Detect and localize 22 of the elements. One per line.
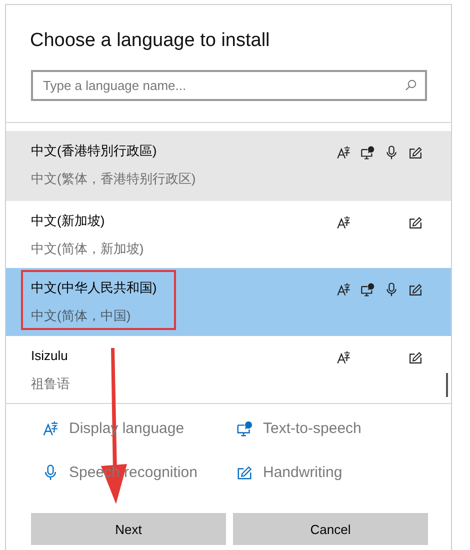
language-native-name: 祖鲁语 — [31, 376, 71, 392]
cancel-button[interactable]: Cancel — [233, 513, 428, 545]
next-button[interactable]: Next — [31, 513, 226, 545]
language-name: 中文(新加坡) — [31, 213, 106, 229]
language-item[interactable]: 中文(中华人民共和国) 中文(简体，中国) — [6, 268, 451, 336]
monitor-speech-icon — [236, 420, 253, 436]
font-icon — [42, 420, 59, 436]
language-item[interactable]: 中文(香港特別行政區) 中文(繁体，香港特别行政区) — [6, 131, 451, 201]
microphone-icon — [42, 464, 59, 480]
scrollbar-thumb[interactable] — [446, 373, 448, 397]
language-name: Isizulu — [31, 348, 69, 364]
legend-label: Text-to-speech — [263, 420, 362, 436]
language-native-name: 中文(简体，新加坡) — [31, 241, 145, 257]
search-field[interactable]: Type a language name... — [31, 70, 427, 101]
dialog-title: Choose a language to install — [30, 29, 271, 53]
pen-box-icon — [236, 464, 253, 480]
search-icon — [405, 79, 417, 91]
language-name: 中文(香港特別行政區) — [31, 143, 158, 159]
legend-label: Handwriting — [263, 464, 342, 480]
language-name: 中文(中华人民共和国) — [31, 280, 158, 296]
language-native-name: 中文(繁体，香港特别行政区) — [31, 171, 197, 187]
language-native-name: 中文(简体，中国) — [31, 308, 132, 324]
